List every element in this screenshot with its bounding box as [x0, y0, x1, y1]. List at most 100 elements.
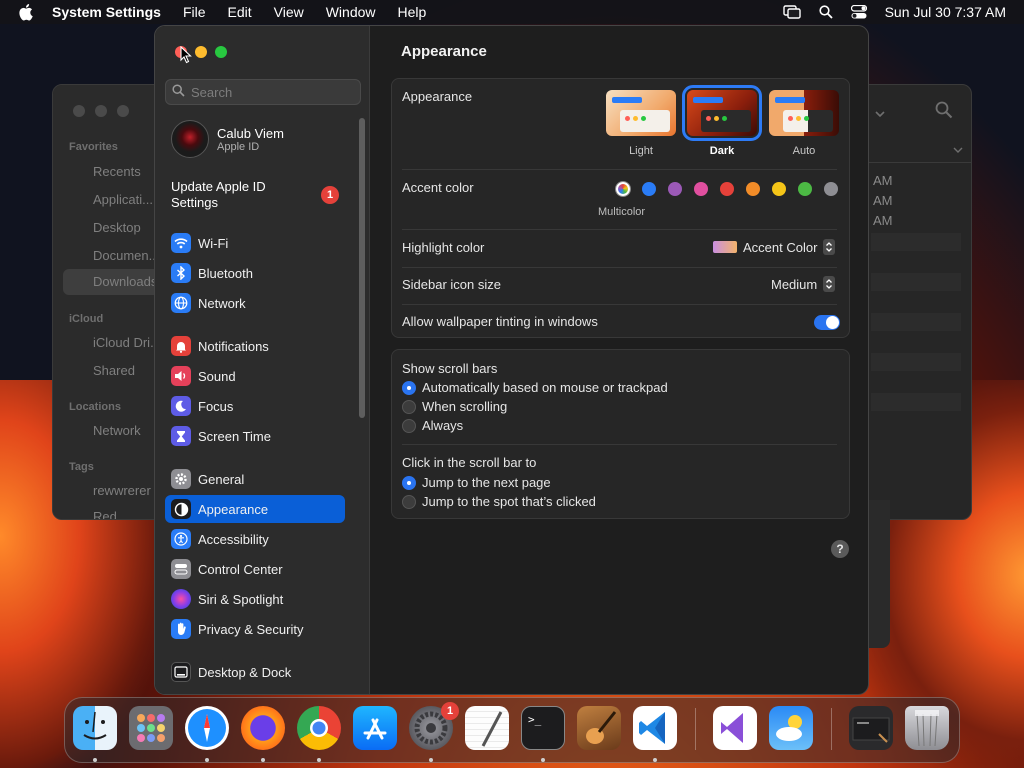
accent-pink-swatch[interactable]: [694, 182, 708, 196]
appearance-auto-thumbnail[interactable]: [769, 90, 839, 136]
sidebar-item-desktop-dock[interactable]: Desktop & Dock: [165, 658, 345, 686]
update-apple-id-settings[interactable]: Update Apple ID Settings: [171, 179, 311, 211]
zoom-button[interactable]: [215, 46, 227, 58]
accent-yellow-swatch[interactable]: [772, 182, 786, 196]
highlight-color-popup[interactable]: Accent Color: [713, 239, 836, 255]
finder-item-tag-2[interactable]: Red: [93, 509, 117, 519]
finder-item-shared[interactable]: Shared: [93, 363, 135, 378]
sidebar-item-network[interactable]: Network: [165, 289, 345, 317]
chrome-icon[interactable]: [297, 706, 341, 750]
appearance-light-thumbnail[interactable]: [606, 90, 676, 136]
textedit-icon[interactable]: [465, 706, 509, 750]
accent-green-swatch[interactable]: [798, 182, 812, 196]
finder-item-downloads[interactable]: Downloads: [63, 269, 163, 295]
finder-item-tag-1[interactable]: rewwrerer: [93, 483, 151, 498]
accent-blue-swatch[interactable]: [642, 182, 656, 196]
sidebar-item-siri-spotlight[interactable]: Siri & Spotlight: [165, 585, 345, 613]
apple-id-account[interactable]: Calub Viem Apple ID: [171, 120, 284, 158]
garageband-icon[interactable]: [577, 706, 621, 750]
accent-multicolor-swatch[interactable]: [616, 182, 630, 196]
app-store-icon[interactable]: [353, 706, 397, 750]
sidebar-icon-size-popup[interactable]: Medium: [771, 276, 836, 292]
menu-app-name[interactable]: System Settings: [52, 4, 161, 20]
visual-studio-icon[interactable]: [713, 706, 757, 750]
finder-traffic-lights: [73, 105, 129, 117]
sidebar-item-general[interactable]: General: [165, 465, 345, 493]
finder-chevron-icon[interactable]: [875, 105, 885, 123]
menu-file[interactable]: File: [183, 4, 206, 20]
sidebar-item-accessibility[interactable]: Accessibility: [165, 525, 345, 553]
sidebar-icon-size-label: Sidebar icon size: [402, 277, 501, 292]
finder-item-icloud-drive[interactable]: iCloud Dri...: [93, 335, 161, 350]
trash-icon[interactable]: [905, 706, 949, 750]
sidebar-item-privacy-security[interactable]: Privacy & Security: [165, 615, 345, 643]
finder-item-network[interactable]: Network: [93, 423, 141, 438]
sidebar-item-wifi[interactable]: Wi-Fi: [165, 229, 345, 257]
menu-edit[interactable]: Edit: [228, 4, 252, 20]
menu-window[interactable]: Window: [326, 4, 376, 20]
sidebar-scrollbar[interactable]: [359, 118, 365, 418]
accent-purple-swatch[interactable]: [668, 182, 682, 196]
finder-section-icloud: iCloud: [69, 313, 104, 325]
scroll-when-scrolling-radio[interactable]: [402, 400, 416, 414]
appearance-dark-thumbnail[interactable]: [682, 85, 762, 141]
sidebar-item-sound[interactable]: Sound: [165, 362, 345, 390]
launchpad-icon[interactable]: [129, 706, 173, 750]
dock: 1 >_: [64, 697, 960, 763]
finder-time: AM: [873, 213, 893, 228]
menu-help[interactable]: Help: [398, 4, 427, 20]
finder-icon[interactable]: [73, 706, 117, 750]
control-center-icon[interactable]: [850, 5, 867, 19]
terminal-icon[interactable]: >_: [521, 706, 565, 750]
scroll-auto-radio[interactable]: [402, 381, 416, 395]
accent-color-label: Accent color: [402, 180, 474, 195]
screen-mirroring-icon[interactable]: [782, 5, 801, 19]
scroll-always-radio[interactable]: [402, 419, 416, 433]
firefox-icon[interactable]: [241, 706, 285, 750]
click-next-page-radio[interactable]: [402, 476, 416, 490]
finder-item-recents[interactable]: Recents: [93, 164, 141, 179]
sidebar-item-screen-time[interactable]: Screen Time: [165, 422, 345, 450]
click-next-page-label[interactable]: Jump to the next page: [422, 475, 551, 490]
highlight-color-value: Accent Color: [743, 239, 818, 255]
menu-view[interactable]: View: [274, 4, 304, 20]
safari-icon[interactable]: [185, 706, 229, 750]
finder-item-desktop[interactable]: Desktop: [93, 220, 141, 235]
apple-logo-icon[interactable]: [18, 3, 34, 21]
wallpaper-tinting-toggle[interactable]: [814, 315, 840, 330]
spotlight-search-icon[interactable]: [818, 5, 833, 19]
search-input[interactable]: [191, 84, 351, 100]
finder-item-applications[interactable]: Applicati...: [93, 192, 153, 207]
sidebar-item-label: Network: [198, 295, 246, 311]
terminal-prompt: >_: [528, 713, 542, 726]
menu-clock[interactable]: Sun Jul 30 7:37 AM: [885, 4, 1006, 20]
scroll-auto-label[interactable]: Automatically based on mouse or trackpad: [422, 380, 668, 395]
click-spot-radio[interactable]: [402, 495, 416, 509]
sidebar-item-label: General: [198, 471, 245, 487]
accent-graphite-swatch[interactable]: [824, 182, 838, 196]
sidebar-item-bluetooth[interactable]: Bluetooth: [165, 259, 345, 287]
divider: [402, 444, 837, 445]
help-button[interactable]: ?: [831, 540, 849, 558]
sidebar-item-label: Wi-Fi: [198, 235, 229, 251]
system-settings-window: Calub Viem Apple ID Update Apple ID Sett…: [154, 25, 869, 695]
weather-icon[interactable]: [769, 706, 813, 750]
sidebar-item-notifications[interactable]: Notifications: [165, 332, 345, 360]
finder-search-icon[interactable]: [935, 101, 953, 124]
finder-item-documents[interactable]: Documen...: [93, 248, 159, 263]
scroll-when-scrolling-label[interactable]: When scrolling: [422, 399, 507, 414]
running-indicator: [541, 758, 545, 762]
sidebar-item-focus[interactable]: Focus: [165, 392, 345, 420]
finder-row: [871, 393, 961, 411]
screenshot-icon[interactable]: [849, 706, 893, 750]
minimize-button[interactable]: [195, 46, 207, 58]
sidebar-item-label: Control Center: [198, 561, 283, 577]
sidebar-item-control-center[interactable]: Control Center: [165, 555, 345, 583]
accent-red-swatch[interactable]: [720, 182, 734, 196]
accent-orange-swatch[interactable]: [746, 182, 760, 196]
click-spot-label[interactable]: Jump to the spot that’s clicked: [422, 494, 596, 509]
sidebar-search-field[interactable]: [165, 79, 361, 105]
scroll-always-label[interactable]: Always: [422, 418, 463, 433]
sidebar-item-appearance[interactable]: Appearance: [165, 495, 345, 523]
vscode-icon[interactable]: [633, 706, 677, 750]
